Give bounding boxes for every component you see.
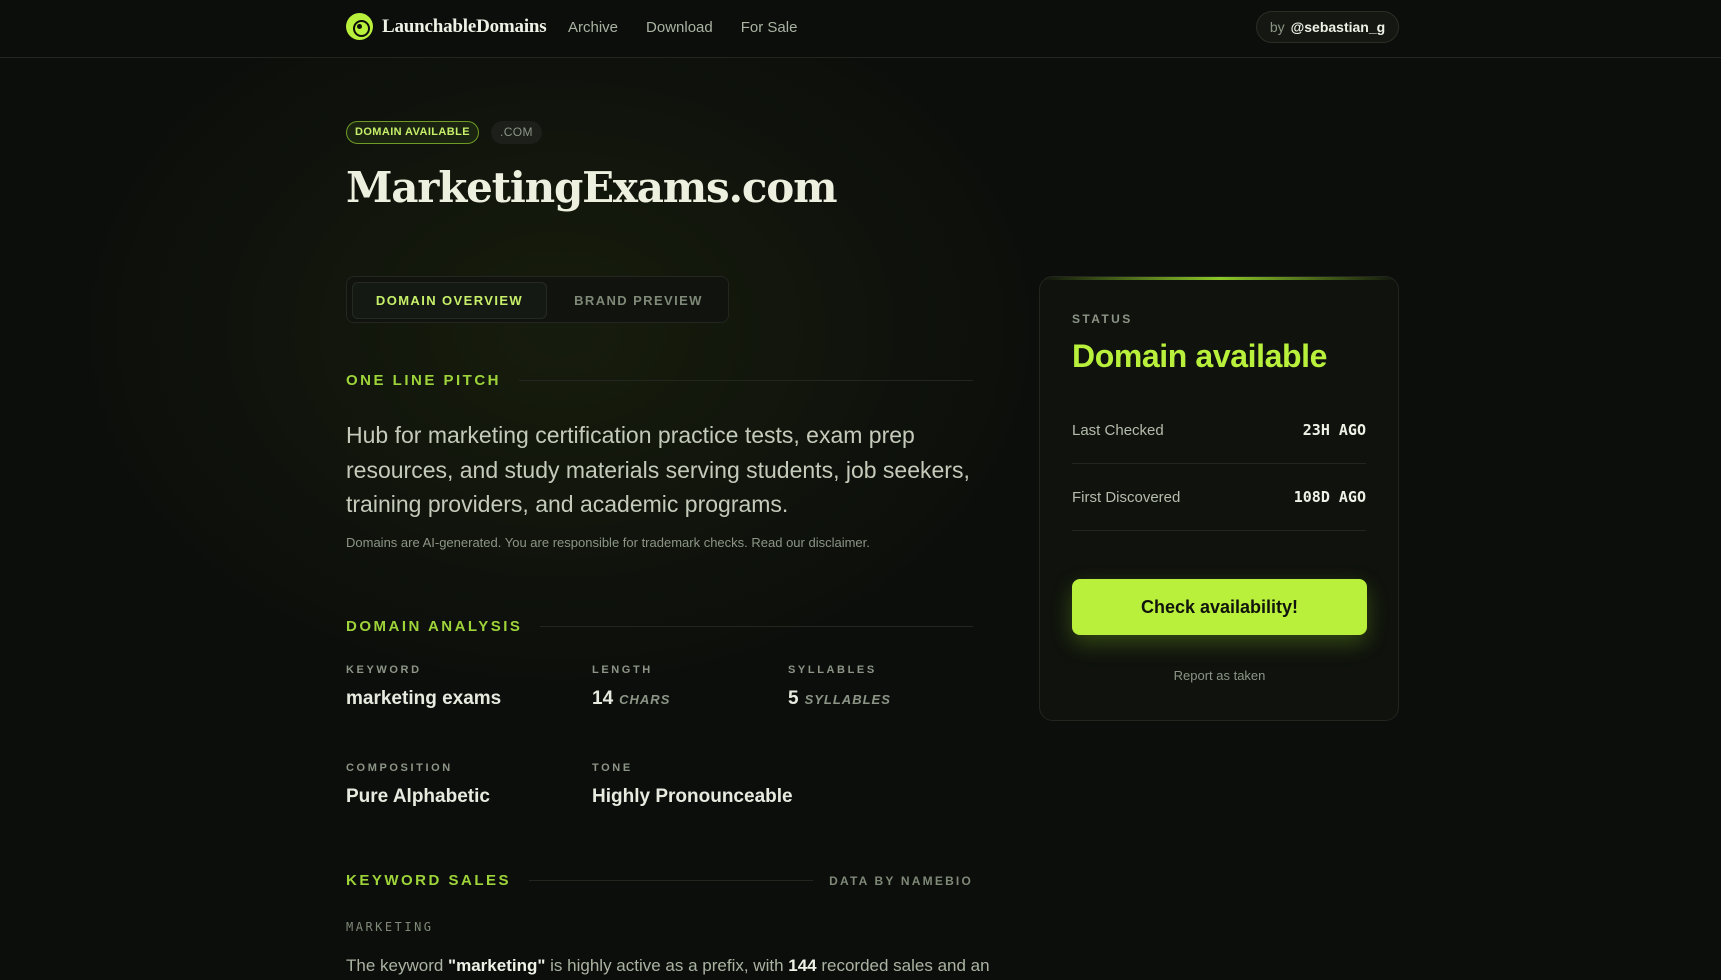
brand-name: LaunchableDomains — [382, 15, 547, 37]
top-navigation-bar: LaunchableDomains Archive Download For S… — [0, 0, 1721, 58]
section-title-pitch: ONE LINE PITCH — [346, 372, 502, 389]
metric-label: KEYWORD — [346, 664, 422, 676]
metric-value: Pure Alphabetic — [346, 786, 490, 807]
metric-composition: COMPOSITION Pure Alphabetic — [346, 762, 490, 808]
keyword-sales-text: The keyword "marketing" is highly active… — [346, 956, 990, 976]
status-label: STATUS — [1072, 312, 1133, 326]
metric-label: TONE — [592, 762, 633, 774]
target-logo-icon — [346, 13, 373, 40]
metric-label: COMPOSITION — [346, 762, 453, 774]
row-label: Last Checked — [1072, 421, 1164, 439]
first-discovered-row: First Discovered 108D AGO — [1072, 464, 1366, 531]
data-source-label: DATA BY NAMEBIO — [829, 873, 973, 888]
row-label: First Discovered — [1072, 488, 1181, 506]
metric-value: 5 — [788, 688, 799, 709]
metric-tone: TONE Highly Pronounceable — [592, 762, 793, 808]
tab-brand-preview[interactable]: BRAND PREVIEW — [552, 282, 725, 319]
brand-logo-link[interactable]: LaunchableDomains — [346, 13, 547, 40]
metric-value-row: 5 SYLLABLES — [788, 688, 891, 710]
keyword-highlight: "marketing" — [448, 956, 546, 975]
metric-keyword: KEYWORD marketing exams — [346, 664, 501, 710]
page-title: MarketingExams.com — [346, 163, 838, 212]
divider — [540, 626, 973, 627]
sales-count: 144 — [788, 956, 817, 975]
tld-badge: .COM — [490, 121, 542, 144]
metric-unit: CHARS — [619, 692, 671, 707]
nav-link-download[interactable]: Download — [646, 19, 713, 36]
text-fragment: recorded sales and an — [816, 956, 990, 975]
metric-length: LENGTH 14 CHARS — [592, 664, 670, 710]
check-availability-button[interactable]: Check availability! — [1072, 579, 1367, 635]
last-checked-row: Last Checked 23H AGO — [1072, 397, 1366, 464]
row-value: 23H AGO — [1302, 421, 1366, 439]
metric-label: LENGTH — [592, 664, 653, 676]
nav-link-for-sale[interactable]: For Sale — [741, 19, 798, 36]
divider — [519, 380, 973, 381]
status-card: STATUS Domain available Last Checked 23H… — [1039, 276, 1399, 721]
author-handle: @sebastian_g — [1290, 19, 1386, 35]
row-value: 108D AGO — [1293, 488, 1366, 506]
keyword-label: MARKETING — [346, 920, 434, 934]
author-prefix: by — [1269, 19, 1285, 35]
text-fragment: is highly active as a prefix, with — [545, 956, 789, 975]
disclaimer-text: Domains are AI-generated. You are respon… — [346, 535, 870, 550]
tab-bar: DOMAIN OVERVIEW BRAND PREVIEW — [346, 276, 729, 323]
report-as-taken-link[interactable]: Report as taken — [1072, 668, 1367, 683]
card-top-glow — [1040, 277, 1398, 280]
tab-domain-overview[interactable]: DOMAIN OVERVIEW — [352, 282, 547, 319]
main-nav: Archive Download For Sale — [568, 19, 825, 36]
metric-syllables: SYLLABLES 5 SYLLABLES — [788, 664, 891, 710]
metric-label: SYLLABLES — [788, 664, 877, 676]
section-title-analysis: DOMAIN ANALYSIS — [346, 618, 523, 635]
pitch-text: Hub for marketing certification practice… — [346, 422, 970, 517]
metric-value: 14 — [592, 688, 614, 709]
pitch-section-header: ONE LINE PITCH — [346, 372, 973, 389]
text-fragment: The keyword — [346, 956, 449, 975]
analysis-section-header: DOMAIN ANALYSIS — [346, 618, 973, 635]
metric-value: marketing exams — [346, 688, 502, 709]
metric-value: Highly Pronounceable — [592, 786, 793, 807]
metric-value-row: 14 CHARS — [592, 688, 670, 710]
metric-unit: SYLLABLES — [804, 692, 891, 707]
section-title-keyword-sales: KEYWORD SALES — [346, 872, 512, 889]
domain-badges: DOMAIN AVAILABLE .COM — [346, 121, 542, 144]
keyword-sales-section-header: KEYWORD SALES DATA BY NAMEBIO — [346, 872, 973, 889]
nav-link-archive[interactable]: Archive — [568, 19, 618, 36]
status-value: Domain available — [1072, 338, 1328, 374]
status-badge: DOMAIN AVAILABLE — [346, 121, 479, 144]
author-pill-link[interactable]: by @sebastian_g — [1256, 11, 1399, 43]
divider — [529, 880, 814, 881]
